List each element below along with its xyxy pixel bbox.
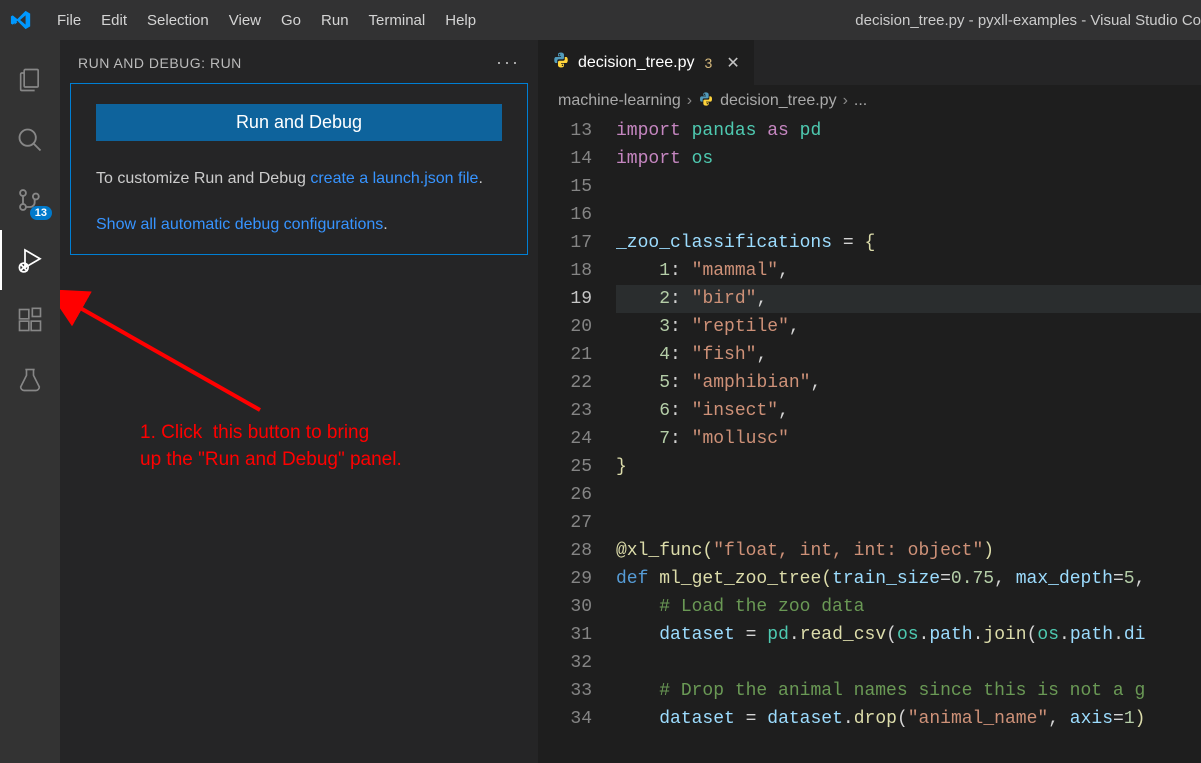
debug-customize-text: To customize Run and Debug create a laun… bbox=[96, 166, 502, 192]
menu-view[interactable]: View bbox=[219, 12, 271, 29]
line-gutter: 1314151617181920212223242526272829303132… bbox=[538, 117, 616, 763]
python-file-icon bbox=[698, 91, 714, 112]
more-actions-icon[interactable]: ··· bbox=[496, 52, 520, 73]
extensions-icon[interactable] bbox=[0, 290, 60, 350]
breadcrumb-folder[interactable]: machine-learning bbox=[558, 92, 681, 110]
search-icon[interactable] bbox=[0, 110, 60, 170]
editor-tabs: decision_tree.py 3 ✕ bbox=[538, 40, 1201, 85]
create-launch-json-link[interactable]: create a launch.json file bbox=[310, 170, 478, 187]
activity-bar: 13 bbox=[0, 40, 60, 763]
chevron-right-icon: › bbox=[687, 92, 692, 110]
menu-selection[interactable]: Selection bbox=[137, 12, 219, 29]
testing-icon[interactable] bbox=[0, 350, 60, 410]
menu-bar: FileEditSelectionViewGoRunTerminalHelp bbox=[47, 12, 486, 29]
run-and-debug-button[interactable]: Run and Debug bbox=[96, 104, 502, 141]
breadcrumb-trail[interactable]: ... bbox=[854, 92, 867, 110]
vscode-logo-icon bbox=[10, 9, 32, 31]
source-control-icon[interactable]: 13 bbox=[0, 170, 60, 230]
debug-panel: Run and Debug To customize Run and Debug… bbox=[70, 83, 528, 255]
explorer-icon[interactable] bbox=[0, 50, 60, 110]
menu-terminal[interactable]: Terminal bbox=[359, 12, 436, 29]
menu-file[interactable]: File bbox=[47, 12, 91, 29]
run-debug-icon[interactable] bbox=[0, 230, 60, 290]
sidebar-title: RUN AND DEBUG: RUN bbox=[78, 55, 242, 71]
menu-help[interactable]: Help bbox=[435, 12, 486, 29]
breadcrumb[interactable]: machine-learning › decision_tree.py › ..… bbox=[538, 85, 1201, 117]
code-content[interactable]: import pandas as pdimport os_zoo_classif… bbox=[616, 117, 1201, 763]
show-all-configs-link[interactable]: Show all automatic debug configurations. bbox=[96, 216, 502, 234]
titlebar: FileEditSelectionViewGoRunTerminalHelp d… bbox=[0, 0, 1201, 40]
window-title: decision_tree.py - pyxll-examples - Visu… bbox=[486, 12, 1201, 29]
menu-run[interactable]: Run bbox=[311, 12, 359, 29]
code-editor[interactable]: 1314151617181920212223242526272829303132… bbox=[538, 117, 1201, 763]
python-file-icon bbox=[552, 51, 570, 74]
tab-dirty-indicator: 3 bbox=[705, 55, 713, 71]
sidebar: RUN AND DEBUG: RUN ··· Run and Debug To … bbox=[60, 40, 538, 763]
tab-label: decision_tree.py bbox=[578, 54, 695, 72]
editor: decision_tree.py 3 ✕ machine-learning › … bbox=[538, 40, 1201, 763]
tab-decision-tree[interactable]: decision_tree.py 3 ✕ bbox=[538, 40, 754, 85]
scm-badge: 13 bbox=[30, 206, 52, 220]
chevron-right-icon: › bbox=[843, 92, 848, 110]
menu-go[interactable]: Go bbox=[271, 12, 311, 29]
breadcrumb-file[interactable]: decision_tree.py bbox=[720, 92, 837, 110]
menu-edit[interactable]: Edit bbox=[91, 12, 137, 29]
close-icon[interactable]: ✕ bbox=[726, 53, 739, 73]
